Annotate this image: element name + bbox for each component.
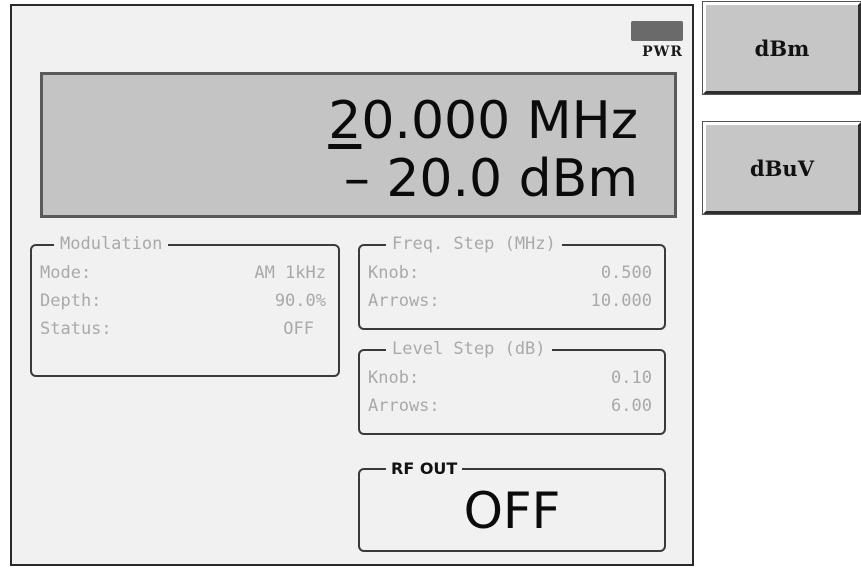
modulation-status-label: Status: [40, 319, 112, 339]
modulation-depth-label: Depth: [40, 291, 102, 311]
modulation-mode-value: AM 1kHz [254, 263, 326, 283]
rf-out-title: RF OUT [386, 459, 463, 478]
modulation-depth-row: Depth: 90.0% [40, 291, 326, 313]
dbm-unit-button-label: dBm [754, 35, 810, 61]
modulation-mode-label: Mode: [40, 263, 92, 283]
power-indicator-label: PWR [642, 44, 683, 60]
level-step-knob-label: Knob: [368, 368, 420, 388]
power-indicator: PWR [623, 21, 683, 65]
frequency-value: 0.000 MHz [361, 91, 638, 151]
level-step-arrows-value: 6.00 [611, 396, 652, 416]
rf-out-state: OFF [463, 482, 561, 540]
dbuv-unit-button[interactable]: dBuV [702, 121, 861, 215]
freq-step-arrows-value: 10.000 [590, 291, 652, 311]
freq-step-arrows-label: Arrows: [368, 291, 440, 311]
power-led-icon [631, 21, 683, 41]
level-step-knob-value: 0.10 [611, 368, 652, 388]
modulation-mode-row: Mode: AM 1kHz [40, 263, 326, 285]
main-readout-display: 20.000 MHz – 20.0 dBm [40, 72, 677, 218]
instrument-screen: PWR 20.000 MHz – 20.0 dBm Modulation Mod… [10, 4, 694, 566]
freq-step-panel: Freq. Step (MHz) Knob: 0.500 Arrows: 10.… [358, 234, 666, 330]
dbuv-unit-button-label: dBuV [750, 155, 814, 181]
freq-step-knob-label: Knob: [368, 263, 420, 283]
frequency-cursor-digit[interactable]: 2 [328, 91, 361, 151]
dbm-unit-button[interactable]: dBm [702, 1, 861, 95]
rf-out-panel: RF OUT OFF [358, 459, 666, 552]
freq-step-title: Freq. Step (MHz) [386, 234, 562, 254]
level-readout[interactable]: – 20.0 dBm [344, 153, 638, 205]
frequency-readout[interactable]: 20.000 MHz [328, 95, 638, 147]
modulation-status-value: OFF [283, 319, 314, 339]
level-step-arrows-label: Arrows: [368, 396, 440, 416]
modulation-status-row: Status: OFF [40, 319, 314, 341]
freq-step-knob-value: 0.500 [600, 263, 652, 283]
freq-step-arrows-row: Arrows: 10.000 [368, 291, 652, 313]
modulation-depth-value: 90.0% [274, 291, 326, 311]
level-step-title: Level Step (dB) [386, 339, 552, 359]
modulation-panel: Modulation Mode: AM 1kHz Depth: 90.0% St… [30, 234, 340, 377]
level-step-panel: Level Step (dB) Knob: 0.10 Arrows: 6.00 [358, 339, 666, 435]
modulation-title: Modulation [54, 234, 169, 254]
level-step-arrows-row: Arrows: 6.00 [368, 396, 652, 418]
level-step-knob-row: Knob: 0.10 [368, 368, 652, 390]
freq-step-knob-row: Knob: 0.500 [368, 263, 652, 285]
